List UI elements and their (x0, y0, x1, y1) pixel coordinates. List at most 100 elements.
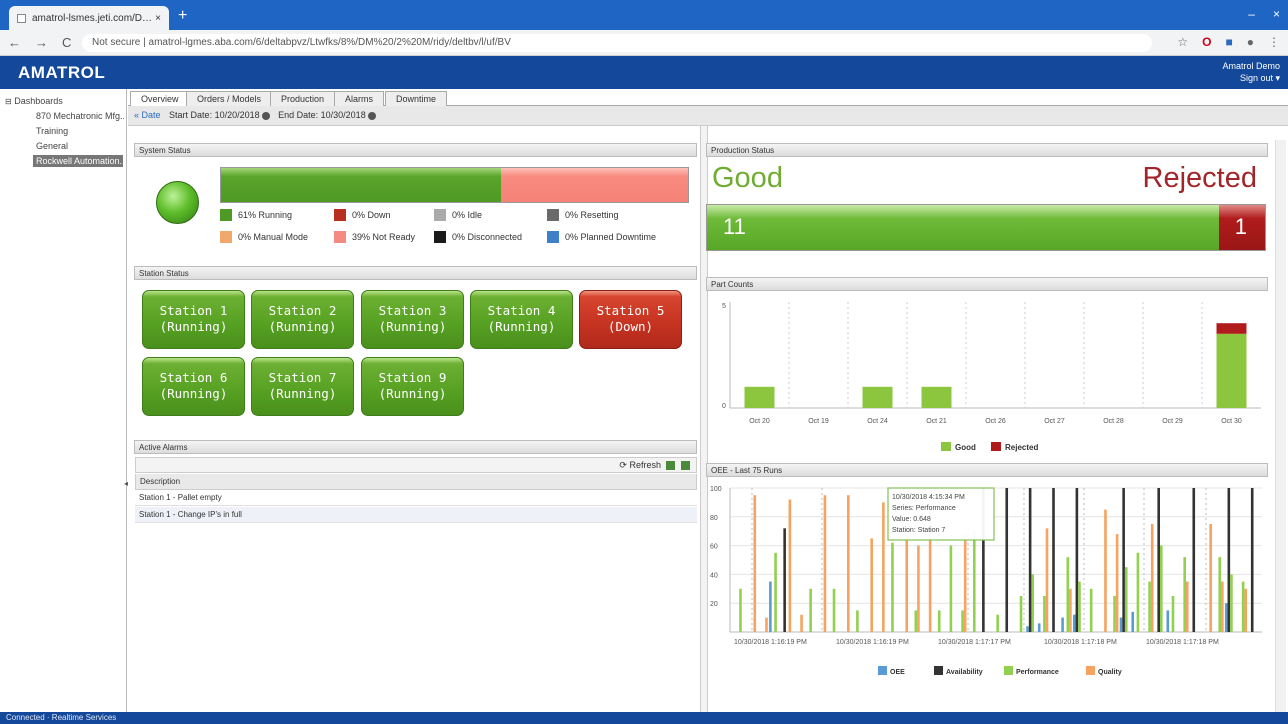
reload-icon[interactable]: C (62, 35, 71, 50)
oee-header: OEE - Last 75 Runs (706, 463, 1268, 477)
url-input[interactable]: Not secure | amatrol-lgmes.aba.com/6/del… (82, 34, 1152, 52)
forward-icon[interactable]: → (35, 35, 48, 50)
legend-swatch (547, 231, 559, 243)
station-button[interactable]: Station 5 (Down) (579, 290, 682, 349)
bar (1019, 596, 1023, 632)
legend-item: 0% Planned Downtime (547, 231, 656, 243)
x-tick-label: Oct 26 (985, 418, 1006, 425)
back-icon[interactable]: ← (8, 35, 21, 50)
tab-orders-models[interactable]: Orders / Models (186, 91, 273, 106)
star-icon[interactable]: ☆ (1177, 35, 1188, 49)
close-tab-icon[interactable]: × (155, 13, 161, 24)
refresh-icon[interactable]: ⟳ (619, 460, 627, 470)
bar (1113, 596, 1116, 632)
bar (832, 588, 836, 632)
nav-item-training[interactable]: Training (36, 126, 68, 136)
nav-item-rockwell[interactable]: Rockwell Automation... (33, 155, 123, 167)
active-alarms-header: Active Alarms (134, 440, 697, 454)
export-icon[interactable] (666, 461, 676, 471)
legend-label: Performance (1016, 669, 1059, 676)
browser-toolbar: ☆ O ■ ● ⋮ (1177, 35, 1280, 49)
end-date[interactable]: End Date: 10/30/2018 (278, 110, 366, 120)
alarm-column-header[interactable]: Description (135, 474, 697, 490)
address-bar: ← → C Not secure | amatrol-lgmes.aba.com… (0, 30, 1288, 56)
legend-label: OEE (890, 669, 905, 676)
bar (1124, 567, 1128, 632)
bar (914, 610, 918, 632)
bar (905, 528, 909, 632)
tab-overview[interactable]: Overview (130, 91, 190, 107)
bar (1185, 581, 1189, 632)
user-name: Amatrol Demo (1222, 61, 1280, 71)
bar (1075, 488, 1079, 632)
legend-label: Rejected (1005, 443, 1038, 452)
collapse-nav-icon[interactable]: ◂ (124, 479, 128, 488)
opera-icon[interactable]: O (1202, 35, 1211, 49)
station-button[interactable]: Station 1 (Running) (142, 290, 245, 349)
x-tick-label: Oct 20 (749, 418, 770, 425)
date-toggle-link[interactable]: « Date (134, 110, 161, 120)
station-button[interactable]: Station 3 (Running) (361, 290, 464, 349)
minimize-icon[interactable]: – (1248, 7, 1255, 21)
status-light-icon (156, 181, 199, 224)
nav-item-general[interactable]: General (36, 141, 68, 151)
legend-label: 39% Not Ready (352, 232, 416, 242)
station-button[interactable]: Station 4 (Running) (470, 290, 573, 349)
station-button[interactable]: Station 6 (Running) (142, 357, 245, 416)
y-tick-label: 60 (710, 544, 718, 551)
new-tab-button[interactable]: + (178, 8, 187, 24)
bar (1066, 557, 1070, 632)
nav-item-mechatronic[interactable]: 870 Mechatronic Mfg... (36, 111, 124, 121)
bar (1119, 617, 1123, 632)
table-row[interactable]: Station 1 - Change IP's in full (135, 507, 697, 523)
legend-swatch (547, 209, 559, 221)
bar (937, 610, 941, 632)
refresh-button[interactable]: Refresh (629, 460, 661, 470)
legend-label: 0% Down (352, 210, 391, 220)
calendar-icon[interactable] (367, 111, 376, 120)
menu-icon[interactable]: ⋮ (1268, 35, 1280, 49)
vertical-scrollbar[interactable] (1275, 140, 1286, 712)
bar (1131, 611, 1135, 632)
station-button[interactable]: Station 9 (Running) (361, 357, 464, 416)
bar (1216, 333, 1247, 408)
bar (1216, 323, 1247, 334)
tab-alarms[interactable]: Alarms (334, 91, 385, 106)
bar (972, 531, 976, 632)
calendar-icon[interactable] (261, 111, 270, 120)
bar (774, 552, 777, 632)
x-tick-label: 10/30/2018 1:17:18 PM (1146, 639, 1219, 646)
alarm-toolbar: ⟳ Refresh (135, 457, 697, 473)
station-button[interactable]: Station 2 (Running) (251, 290, 354, 349)
legend-item: 0% Resetting (547, 209, 619, 221)
oee-chart: 100 80 60 40 20 10/30/2018 1:16:19 PM 10/30/20… (710, 486, 1262, 676)
legend-swatch (934, 666, 943, 675)
profile-icon[interactable]: ● (1247, 35, 1254, 49)
app-header: AMATROL Amatrol Demo Sign out ▾ (0, 56, 1288, 89)
station-button[interactable]: Station 7 (Running) (251, 357, 354, 416)
collapse-tree-icon[interactable]: ⊟ (5, 97, 12, 106)
settings-icon[interactable] (681, 461, 690, 471)
legend-label: Quality (1098, 669, 1122, 676)
start-date[interactable]: Start Date: 10/20/2018 (169, 110, 260, 120)
legend-label: 0% Idle (452, 210, 483, 220)
legend-label: 0% Disconnected (452, 232, 523, 242)
tab-downtime[interactable]: Downtime (385, 91, 448, 106)
legend-label: 0% Resetting (565, 210, 619, 220)
x-tick-label: 10/30/2018 1:17:18 PM (1044, 639, 1117, 646)
table-row[interactable]: Station 1 - Pallet empty (135, 490, 697, 506)
user-menu[interactable]: Amatrol Demo Sign out ▾ (1222, 60, 1280, 84)
legend-swatch (941, 442, 951, 451)
bar (1192, 488, 1196, 632)
bar (961, 610, 964, 632)
rejected-label: Rejected (1142, 162, 1257, 194)
legend-label: 0% Manual Mode (238, 232, 309, 242)
tab-production[interactable]: Production (270, 91, 336, 106)
left-nav: ⊟ Dashboards 870 Mechatronic Mfg... Trai… (0, 89, 128, 712)
user-dropdown[interactable]: Sign out ▾ (1222, 72, 1280, 84)
window-close-icon[interactable]: × (1273, 7, 1280, 21)
extension-icon[interactable]: ■ (1226, 35, 1233, 49)
legend-item: 61% Running (220, 209, 292, 221)
browser-tab[interactable]: amatrol-lsmes.jeti.com/DeltaV... × (9, 6, 169, 30)
nav-root[interactable]: ⊟ Dashboards (5, 96, 63, 106)
